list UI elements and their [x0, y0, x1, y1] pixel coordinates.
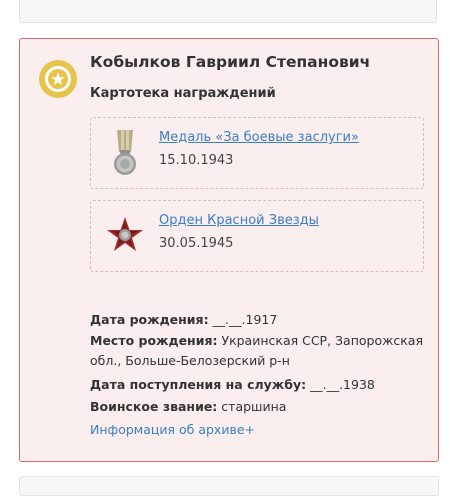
service-start-label: Дата поступления на службу:	[90, 377, 307, 392]
awards-file-heading: Картотека награждений	[90, 86, 276, 101]
birth-date-row: Дата рождения: __.__.1917	[90, 309, 425, 331]
service-start-value: __.__.1938	[306, 377, 375, 392]
person-name: Кобылков Гавриил Степанович	[90, 53, 371, 71]
red-star-order-icon	[107, 217, 143, 251]
previous-result-card	[19, 0, 437, 23]
birth-place-row: Место рождения: Украинская ССР, Запорожс…	[90, 331, 425, 371]
award-link[interactable]: Медаль «За боевые заслуги»	[159, 130, 359, 145]
person-details: Дата рождения: __.__.1917 Место рождения…	[90, 309, 425, 441]
award-date: 30.05.1945	[159, 236, 234, 251]
award-link[interactable]: Орден Красной Звезды	[159, 213, 319, 228]
birth-date-value: __.__.1917	[208, 312, 278, 327]
next-result-card	[19, 476, 439, 496]
rank-label: Воинское звание:	[90, 399, 218, 414]
archive-info-link[interactable]: Информация об архиве+	[90, 419, 255, 441]
birth-date-label: Дата рождения:	[90, 312, 209, 327]
award-item: Орден Красной Звезды 30.05.1945	[90, 200, 424, 272]
result-card: Кобылков Гавриил Степанович Картотека на…	[19, 38, 439, 462]
service-start-row: Дата поступления на службу: __.__.1938	[90, 374, 425, 396]
award-badge-icon	[39, 60, 77, 98]
birth-place-label: Место рождения:	[90, 333, 218, 348]
award-item: Медаль «За боевые заслуги» 15.10.1943	[90, 117, 424, 189]
rank-row: Воинское звание: старшина	[90, 396, 425, 418]
medal-icon	[114, 130, 136, 175]
rank-value: старшина	[217, 399, 287, 414]
award-date: 15.10.1943	[159, 153, 234, 168]
